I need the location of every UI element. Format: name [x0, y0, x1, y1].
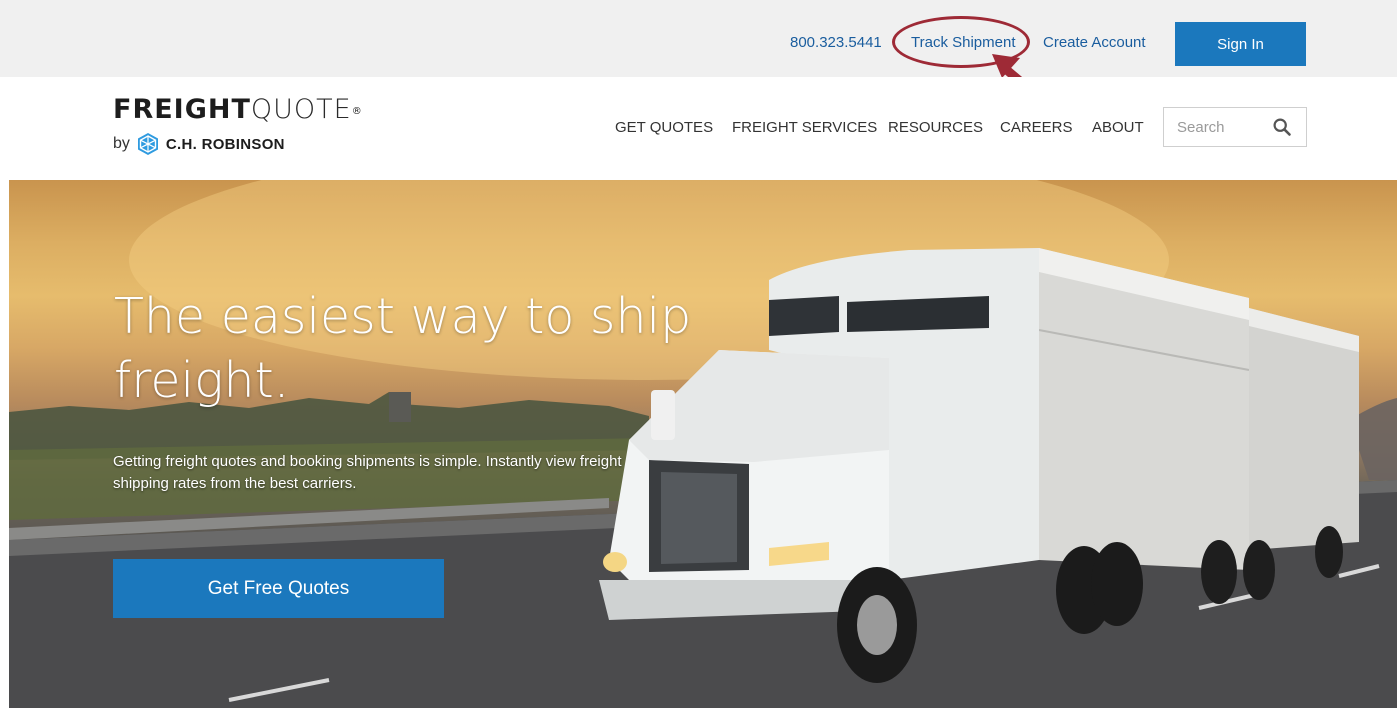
- site-header: FREIGHTQUOTE® by C.H. ROBINSON GET QUOTE…: [0, 77, 1397, 180]
- nav-resources[interactable]: RESOURCES: [888, 119, 983, 136]
- get-free-quotes-button[interactable]: Get Free Quotes: [113, 559, 444, 618]
- search-input[interactable]: [1164, 108, 1264, 146]
- logo-wordmark: FREIGHTQUOTE®: [113, 94, 363, 125]
- hero-banner: The easiest way to ship freight. Getting…: [9, 180, 1397, 708]
- nav-freight-services[interactable]: FREIGHT SERVICES: [732, 119, 877, 136]
- logo-byline: by C.H. ROBINSON: [113, 132, 363, 156]
- hero-title: The easiest way to ship freight.: [114, 288, 692, 409]
- create-account-link[interactable]: Create Account: [1043, 34, 1146, 51]
- sign-in-button[interactable]: Sign In: [1175, 22, 1306, 66]
- nav-about[interactable]: ABOUT: [1092, 119, 1144, 136]
- nav-get-quotes[interactable]: GET QUOTES: [615, 119, 713, 136]
- logo-by-text: by: [113, 135, 130, 152]
- phone-number-link[interactable]: 800.323.5441: [790, 34, 882, 51]
- freightquote-logo[interactable]: FREIGHTQUOTE® by C.H. ROBINSON: [113, 94, 363, 156]
- hero-subtitle: Getting freight quotes and booking shipm…: [113, 453, 622, 492]
- nav-careers[interactable]: CAREERS: [1000, 119, 1073, 136]
- hero-truck-image: [9, 180, 1397, 708]
- logo-parent-name: C.H. ROBINSON: [165, 135, 285, 153]
- search-icon[interactable]: [1272, 117, 1292, 137]
- search-box: [1163, 107, 1307, 147]
- utility-bar: 800.323.5441 Track Shipment Create Accou…: [0, 0, 1397, 77]
- chr-hexagon-icon: [137, 133, 158, 155]
